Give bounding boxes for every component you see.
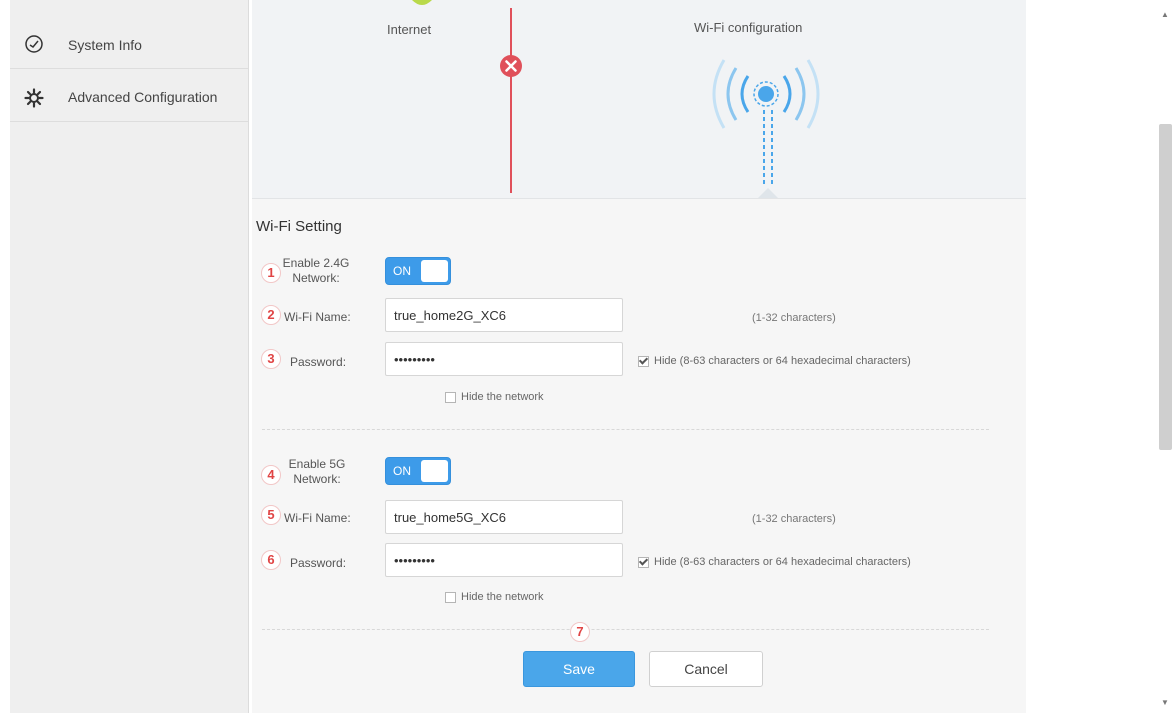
wifi-name-5g-input[interactable] [385, 500, 623, 534]
divider [262, 429, 989, 430]
enable-24g-label: Enable 2.4G Network: [282, 256, 350, 285]
hide-password-5g-option: Hide (8-63 characters or 64 hexadecimal … [638, 556, 911, 568]
network-diagram-graphic [412, 0, 778, 198]
hide-network-label: Hide the network [461, 391, 544, 403]
step-marker: 5 [261, 505, 281, 525]
password-5g-input[interactable] [385, 543, 623, 577]
gear-icon [24, 88, 44, 108]
scroll-up-icon[interactable]: ▲ [1161, 10, 1169, 19]
sidebar: System Info Advanced Configuration [10, 0, 249, 713]
toggle-state: ON [393, 464, 411, 478]
enable-24g-toggle[interactable]: ON [385, 257, 451, 285]
enable-5g-label: Enable 5G Network: [288, 457, 346, 486]
password-label: Password: [290, 355, 347, 369]
error-icon [500, 55, 522, 77]
toggle-knob [421, 260, 448, 282]
sidebar-item-label: Advanced Configuration [68, 89, 218, 105]
password-24g-input[interactable] [385, 342, 623, 376]
step-marker: 4 [261, 465, 281, 485]
step-marker: 2 [261, 305, 281, 325]
hide-password-label: Hide (8-63 characters or 64 hexadecimal … [654, 556, 911, 568]
hide-password-5g-checkbox[interactable] [638, 556, 649, 568]
sidebar-item-label: System Info [68, 37, 142, 53]
internet-label: Internet [387, 22, 432, 37]
hide-password-24g-checkbox[interactable] [638, 355, 649, 367]
step-marker: 6 [261, 550, 281, 570]
password-label: Password: [290, 556, 347, 570]
hide-password-24g-option: Hide (8-63 characters or 64 hexadecimal … [638, 355, 911, 367]
wifi-signal-icon [712, 59, 820, 129]
gauge-icon [25, 35, 43, 53]
main-panel: Internet Wi-Fi configuration Wi-Fi Setti… [252, 0, 1026, 713]
step-marker: 3 [261, 349, 281, 369]
divider [262, 629, 989, 630]
wifi-name-label: Wi-Fi Name: [284, 511, 351, 525]
hide-network-5g-option: Hide the network [445, 591, 544, 603]
network-diagram: Internet Wi-Fi configuration [252, 0, 1026, 199]
hide-password-label: Hide (8-63 characters or 64 hexadecimal … [654, 355, 911, 367]
save-button[interactable]: Save [523, 651, 635, 687]
toggle-knob [421, 460, 448, 482]
toggle-state: ON [393, 264, 411, 278]
wifi-setting-title: Wi-Fi Setting [256, 218, 342, 235]
step-marker: 1 [261, 263, 281, 283]
hide-network-label: Hide the network [461, 591, 544, 603]
hide-network-5g-checkbox[interactable] [445, 591, 456, 603]
wifi-name-hint: (1-32 characters) [752, 513, 836, 525]
enable-5g-toggle[interactable]: ON [385, 457, 451, 485]
scrollbar-thumb[interactable] [1159, 124, 1172, 450]
hide-network-24g-option: Hide the network [445, 391, 544, 403]
cancel-button[interactable]: Cancel [649, 651, 763, 687]
wifi-name-hint: (1-32 characters) [752, 312, 836, 324]
scroll-down-icon[interactable]: ▼ [1161, 698, 1169, 707]
sidebar-item-system-info[interactable]: System Info [10, 0, 248, 69]
wifi-configuration-label: Wi-Fi configuration [694, 20, 803, 35]
wifi-name-24g-input[interactable] [385, 298, 623, 332]
wifi-name-label: Wi-Fi Name: [284, 310, 351, 324]
step-marker: 7 [570, 622, 590, 642]
hide-network-24g-checkbox[interactable] [445, 391, 456, 403]
page-scrollbar[interactable]: ▲ ▼ [1156, 0, 1176, 713]
sidebar-item-advanced-configuration[interactable]: Advanced Configuration [10, 69, 248, 122]
